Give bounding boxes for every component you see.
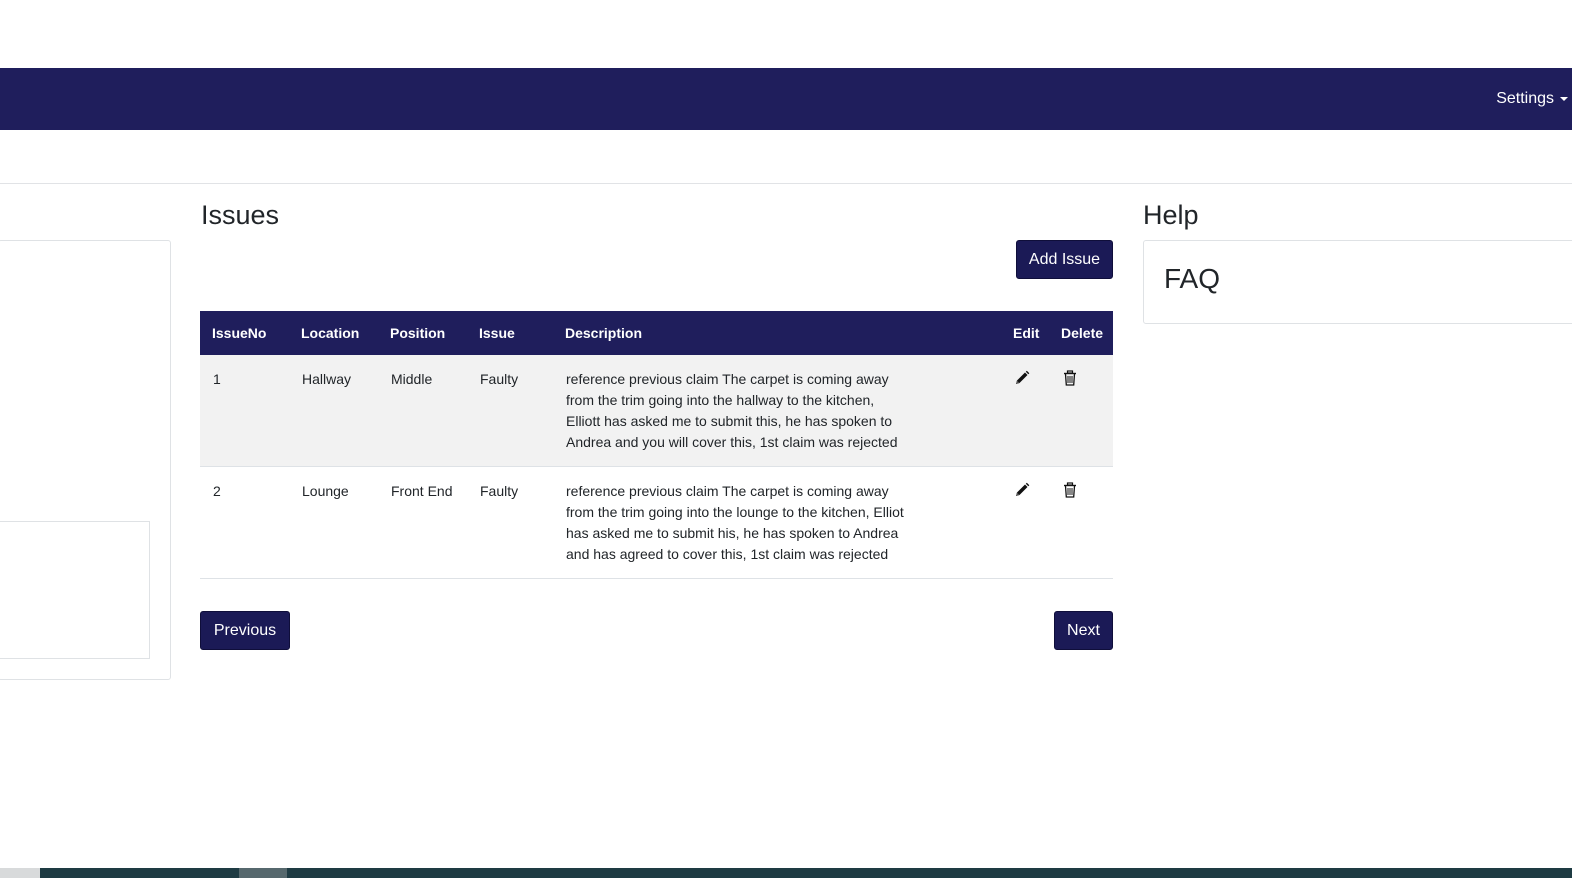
previous-button[interactable]: Previous [200,611,290,650]
location-cell: Hallway [289,355,378,467]
next-button[interactable]: Next [1054,611,1113,650]
edit-cell [1001,466,1049,579]
column-header: Delete [1061,325,1104,341]
column-header: IssueNo [212,325,267,341]
location-cell: Lounge [289,466,378,579]
add-issue-button[interactable]: Add Issue [1016,240,1113,279]
issue-no-cell: 1 [200,355,289,467]
settings-dropdown[interactable]: Settings [1496,68,1568,130]
pencil-icon[interactable] [1014,370,1030,386]
issue-cell: Faulty [467,355,553,467]
delete-cell [1049,355,1113,467]
table-header-row: IssueNo Location Position Issue Descript… [200,311,1113,355]
faq-heading[interactable]: FAQ [1164,263,1220,295]
position-cell: Front End [378,466,467,579]
trash-icon[interactable] [1062,370,1078,386]
issue-no-cell: 2 [200,466,289,579]
issues-heading: Issues [201,200,280,230]
top-navbar: Settings [0,68,1572,130]
issue-cell: Faulty [467,466,553,579]
description-text: reference previous claim The carpet is c… [566,371,898,450]
pencil-icon[interactable] [1014,482,1030,498]
taskbar-start-button[interactable] [0,868,40,878]
help-card: FAQ [1143,240,1572,324]
table-row: 1 Hallway Middle Faulty reference previo… [200,355,1113,467]
caret-down-icon [1560,97,1568,101]
description-cell: reference previous claim The carpet is c… [553,466,1001,579]
settings-label: Settings [1496,90,1554,107]
edit-cell [1001,355,1049,467]
description-cell: reference previous claim The carpet is c… [553,355,1001,467]
os-taskbar [0,868,1572,878]
table-row: 2 Lounge Front End Faulty reference prev… [200,466,1113,579]
column-header: Description [565,325,643,341]
delete-cell [1049,466,1113,579]
trash-icon[interactable] [1062,482,1078,498]
column-header: Location [301,325,360,341]
column-header: Position [390,325,446,341]
column-header: Edit [1013,325,1040,341]
taskbar-app-button[interactable] [239,868,287,878]
help-heading: Help [1143,200,1199,230]
left-panel-inner-box [0,521,150,659]
column-header: Issue [479,325,515,341]
description-text: reference previous claim The carpet is c… [566,483,904,562]
header-divider [0,183,1572,184]
issues-table: IssueNo Location Position Issue Descript… [200,311,1113,579]
position-cell: Middle [378,355,467,467]
